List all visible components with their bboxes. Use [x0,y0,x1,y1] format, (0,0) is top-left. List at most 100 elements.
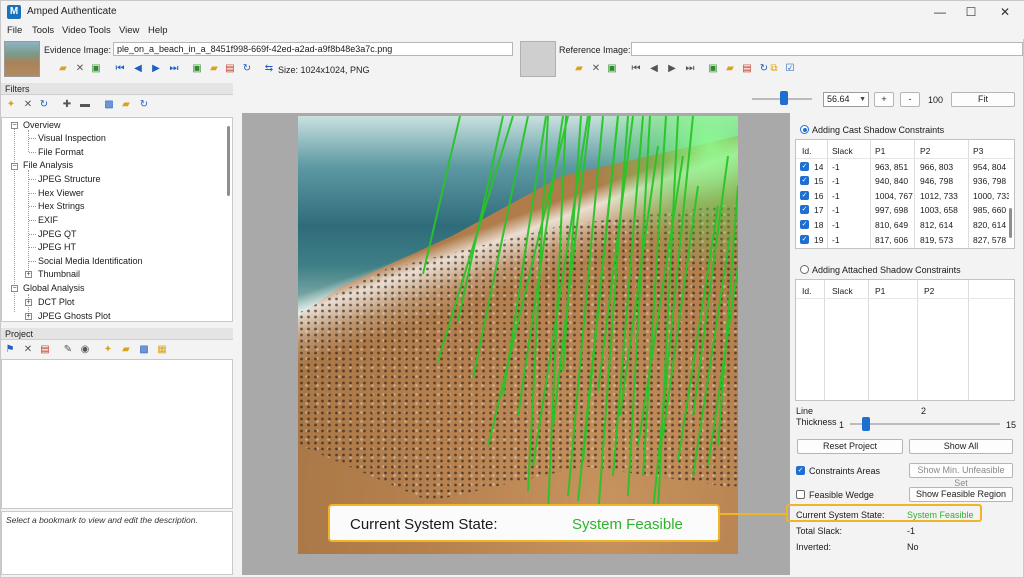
open-project-icon[interactable]: ▰ [120,344,132,356]
reference-last-frame-icon[interactable]: ⏭ [684,63,696,75]
project-bookmarks-list[interactable] [1,359,233,509]
close-button[interactable]: ✕ [991,3,1019,21]
zoom-in-button[interactable]: + [874,92,894,107]
feasible-wedge-checkbox[interactable]: ✓ [796,490,805,499]
filter-dct-plot[interactable]: DCT Plot [38,297,74,307]
filter-social-media-identification[interactable]: Social Media Identification [38,256,143,266]
delete-bookmark-icon[interactable]: ✕ [22,344,34,356]
reference-swap-icon[interactable]: ⧉ [768,63,780,75]
first-frame-icon[interactable]: ⏮ [114,63,126,75]
load-image-icon[interactable]: ▣ [191,63,203,75]
row-19-checkbox[interactable]: ✓ [800,235,809,244]
reference-close-icon[interactable]: ✕ [590,63,602,75]
maximize-button[interactable]: ☐ [957,3,985,21]
evidence-filename-field[interactable]: ple_on_a_beach_in_a_8451f998-669f-42ed-a… [113,42,513,56]
add-filter-icon[interactable]: ✚ [61,99,73,111]
zoom-combo[interactable]: 56.64 ▼ [823,92,869,107]
filter-hex-viewer[interactable]: Hex Viewer [38,188,84,198]
filter-global-analysis[interactable]: Global Analysis [23,283,85,293]
attached-shadow-radio[interactable] [800,265,809,274]
zoom-slider-thumb[interactable] [780,91,788,105]
reference-tools-icon[interactable]: ▤ [741,63,753,75]
filter-file-analysis[interactable]: File Analysis [23,160,73,170]
fit-button[interactable]: Fit [951,92,1015,107]
dct-plot-expander[interactable]: + [25,299,32,306]
reference-browse-icon[interactable]: ▰ [724,63,736,75]
remove-filter-icon[interactable]: ✕ [22,99,34,111]
line-thickness-thumb[interactable] [862,417,870,431]
row-16-checkbox[interactable]: ✓ [800,191,809,200]
filter-visual-inspection[interactable]: Visual Inspection [38,133,106,143]
menu-help[interactable]: Help [148,25,168,36]
show-min-unfeasible-set-button[interactable]: Show Min. Unfeasible Set [909,463,1013,488]
image-export-icon[interactable]: ▣ [90,63,102,75]
cast-shadow-radio[interactable] [800,125,809,134]
reference-previous-frame-icon[interactable]: ◀ [648,63,660,75]
filter-file-format[interactable]: File Format [38,147,84,157]
save-project-icon[interactable]: ▩ [138,344,150,356]
filter-jpeg-ghosts-plot[interactable]: JPEG Ghosts Plot [38,311,111,321]
close-image-icon[interactable]: ✕ [74,63,86,75]
constraints-areas-checkbox[interactable]: ✓ [796,466,805,475]
thumbnail-expander[interactable]: + [25,271,32,278]
image-tools-icon[interactable]: ▤ [224,63,236,75]
row-14-checkbox[interactable]: ✓ [800,162,809,171]
open-folder-icon[interactable]: ▰ [57,63,69,75]
reference-filename-field[interactable] [631,42,1023,56]
report-icon[interactable]: ▤ [39,344,51,356]
filter-jpeg-ht[interactable]: JPEG HT [38,242,76,252]
filter-exif[interactable]: EXIF [38,215,58,225]
reference-open-folder-icon[interactable]: ▰ [573,63,585,75]
reset-project-button[interactable]: Reset Project [797,439,903,454]
global-analysis-expander[interactable]: − [11,285,18,292]
cast-table-scrollbar[interactable] [1009,208,1012,238]
line-thickness-slider[interactable] [850,423,1000,425]
menu-tools[interactable]: Tools [32,25,54,36]
edit-pen-icon[interactable]: ✎ [62,344,74,356]
filter-thumbnail[interactable]: Thumbnail [38,269,80,279]
callout-state-value: System Feasible [572,516,683,533]
row-17-checkbox[interactable]: ✓ [800,205,809,214]
filter-overview[interactable]: Overview [23,120,61,130]
new-project-icon[interactable]: ✦ [102,344,114,356]
reference-first-frame-icon[interactable]: ⏮ [630,63,642,75]
filter-hex-strings[interactable]: Hex Strings [38,201,85,211]
menu-file[interactable]: File [7,25,22,36]
reference-check-icon[interactable]: ☑ [784,63,796,75]
last-frame-icon[interactable]: ⏭ [168,63,180,75]
open-filter-icon[interactable]: ▰ [120,99,132,111]
new-filter-icon[interactable]: ✦ [5,99,17,111]
row-18-checkbox[interactable]: ✓ [800,220,809,229]
evidence-image[interactable] [298,116,738,554]
filters-scrollbar[interactable] [227,126,230,196]
zoom-100-label[interactable]: 100 [928,95,943,105]
reference-load-icon[interactable]: ▣ [707,63,719,75]
menu-video-tools[interactable]: Video Tools [62,25,111,36]
view-eye-icon[interactable]: ◉ [79,344,91,356]
filter-jpeg-structure[interactable]: JPEG Structure [38,174,101,184]
reload-filter-icon[interactable]: ↻ [38,99,50,111]
filter-jpeg-qt[interactable]: JPEG QT [38,229,77,239]
browse-folder-icon[interactable]: ▰ [208,63,220,75]
file-analysis-expander[interactable]: − [11,163,18,170]
export-project-icon[interactable]: ▦ [156,344,168,356]
refresh-icon[interactable]: ↻ [241,63,253,75]
minimize-button[interactable]: — [926,3,954,21]
next-frame-icon[interactable]: ▶ [150,63,162,75]
reference-export-icon[interactable]: ▣ [606,63,618,75]
zoom-out-button[interactable]: - [900,92,920,107]
previous-frame-icon[interactable]: ◀ [132,63,144,75]
show-all-button[interactable]: Show All [909,439,1013,454]
refresh-filter-icon[interactable]: ↻ [138,99,150,111]
menu-view[interactable]: View [119,25,139,36]
jpeg-ghosts-plot-expander[interactable]: + [25,313,32,320]
bookmark-icon[interactable]: ⚑ [4,344,16,356]
sync-icon[interactable]: ⇆ [263,63,275,75]
show-feasible-region-button[interactable]: Show Feasible Region [909,487,1013,502]
overview-expander[interactable]: − [11,122,18,129]
reference-next-frame-icon[interactable]: ▶ [666,63,678,75]
row-15-checkbox[interactable]: ✓ [800,176,809,185]
collapse-filter-icon[interactable]: ▬ [79,99,91,111]
bookmark-description[interactable]: Select a bookmark to view and edit the d… [1,511,233,575]
save-filter-icon[interactable]: ▩ [103,99,115,111]
